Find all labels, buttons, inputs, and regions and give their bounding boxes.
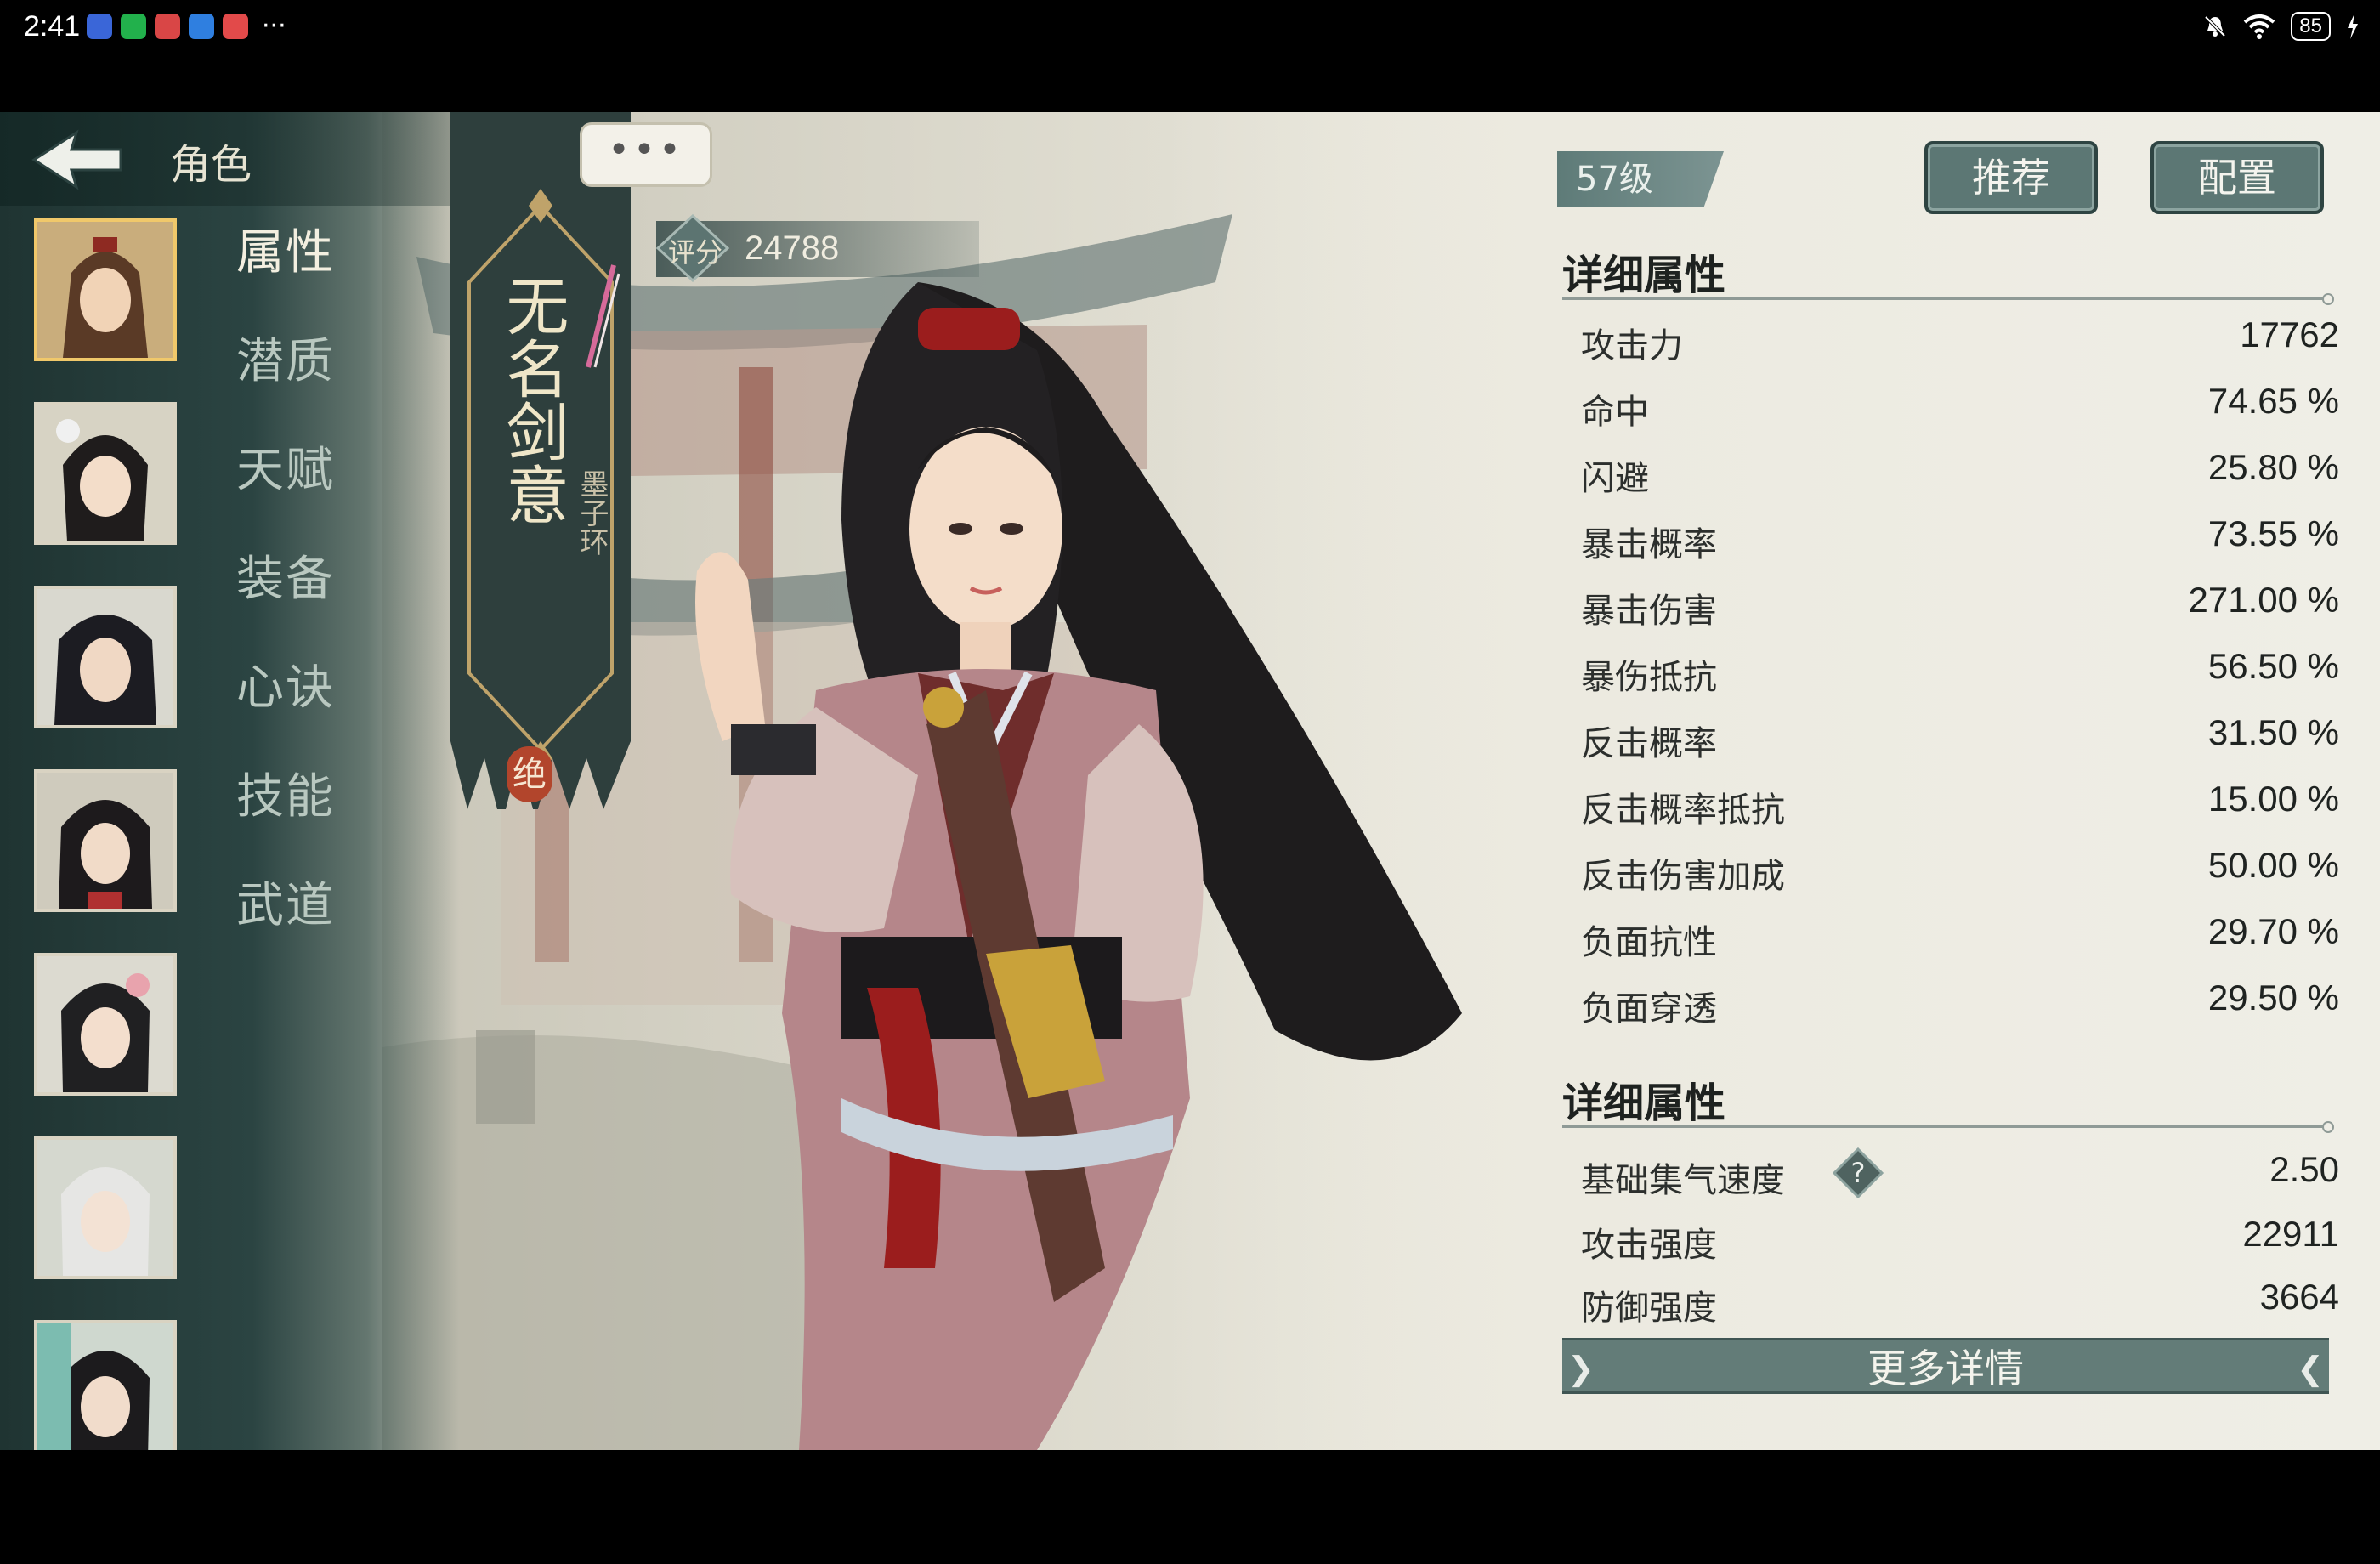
stat-label: 反击概率	[1581, 724, 1717, 763]
stat-value: 31.50 %	[2207, 712, 2339, 752]
stat-value: 29.70 %	[2207, 911, 2339, 951]
stat-row-hit: 命中 74.65 %	[1581, 369, 2339, 435]
stat-label: 防御强度	[1581, 1289, 1717, 1328]
menu-mind-art[interactable]: 心诀	[236, 658, 335, 767]
notification-icons: ···	[87, 14, 286, 39]
stat-label: 反击概率抵抗	[1581, 790, 1785, 830]
stat-row-crit-damage: 暴击伤害 271.00 %	[1581, 568, 2339, 634]
stat-label: 反击伤害加成	[1581, 857, 1785, 896]
stat-value: 15.00 %	[2207, 779, 2339, 819]
stat-value: 2.50	[2270, 1149, 2339, 1189]
stat-value: 74.65 %	[2207, 381, 2339, 421]
stat-row-dodge: 闪避 25.80 %	[1581, 435, 2339, 502]
status-time: 2:41	[24, 10, 81, 42]
app-notification-icon	[223, 14, 248, 39]
score-value: 24788	[745, 230, 840, 267]
chat-bubble-button[interactable]: •••	[580, 122, 712, 187]
page-title: 角色	[170, 141, 252, 189]
menu-potential[interactable]: 潜质	[236, 332, 335, 440]
stat-label: 攻击力	[1581, 326, 1683, 366]
chevron-right-icon: ❮	[2297, 1350, 2324, 1387]
recommend-button[interactable]: 推荐	[1924, 141, 2098, 214]
stat-value: 56.50 %	[2207, 646, 2339, 686]
stat-row-crit-resist: 暴伤抵抗 56.50 %	[1581, 634, 2339, 700]
section-divider	[1562, 293, 2334, 305]
stat-value: 22911	[2242, 1214, 2339, 1254]
wechat-icon	[121, 14, 146, 39]
stat-label: 暴伤抵抗	[1581, 658, 1717, 697]
menu-attributes[interactable]: 属性	[236, 223, 335, 332]
charging-icon	[2348, 14, 2358, 39]
stat-label: 暴击伤害	[1581, 592, 1717, 631]
stat-row-counter-resist: 反击概率抵抗 15.00 %	[1581, 767, 2339, 833]
stat-row-attack: 攻击力 17762	[1581, 303, 2339, 369]
stat-value: 271.00 %	[2188, 580, 2339, 620]
stat-row-defense-strength: 防御强度 3664	[1581, 1265, 2339, 1331]
character-portrait-4[interactable]	[34, 769, 177, 912]
wifi-icon	[2244, 14, 2275, 39]
stat-row-energy-speed: 基础集气速度 ? 2.50	[1581, 1137, 2339, 1204]
character-name: 无名剑意	[496, 274, 569, 525]
character-subtitle: 墨子环	[575, 469, 609, 556]
status-bar: 2:41 ··· 85	[0, 0, 2380, 60]
stat-label: 负面抗性	[1581, 923, 1717, 962]
character-portrait-1[interactable]	[34, 218, 177, 361]
mute-bell-icon	[2204, 15, 2226, 37]
stat-row-counter-damage: 反击伤害加成 50.00 %	[1581, 833, 2339, 899]
section-divider	[1562, 1121, 2334, 1133]
sword-emblem-icon	[586, 264, 620, 368]
character-portrait-5[interactable]	[34, 953, 177, 1096]
character-portrait-3[interactable]	[34, 586, 177, 728]
stat-row-counter-rate: 反击概率 31.50 %	[1581, 700, 2339, 767]
stat-label: 负面穿透	[1581, 989, 1717, 1028]
stats-panel: 57级 推荐 配置 详细属性 攻击力 17762 命中 74.65 % 闪避 2…	[1547, 112, 2380, 1450]
stat-value: 25.80 %	[2207, 447, 2339, 487]
stat-row-crit-rate: 暴击概率 73.55 %	[1581, 502, 2339, 568]
help-icon[interactable]: ?	[1833, 1148, 1884, 1198]
stat-value: 29.50 %	[2207, 978, 2339, 1017]
app-notification-icon	[189, 14, 214, 39]
stat-value: 50.00 %	[2207, 845, 2339, 885]
stat-row-debuff-pierce: 负面穿透 29.50 %	[1581, 966, 2339, 1032]
character-portrait-6[interactable]	[34, 1136, 177, 1279]
chevron-left-icon: ❯	[1567, 1350, 1595, 1387]
more-details-label: 更多详情	[1867, 1346, 2024, 1391]
stat-row-debuff-resist: 负面抗性 29.70 %	[1581, 899, 2339, 966]
menu-skills[interactable]: 技能	[236, 767, 335, 876]
stat-value: 3664	[2259, 1277, 2339, 1317]
stat-label: 闪避	[1581, 459, 1649, 498]
battery-level: 85	[2291, 12, 2331, 41]
level-badge: 57级	[1557, 151, 1724, 207]
score-label: 评分	[668, 236, 723, 269]
stat-value: 73.55 %	[2207, 513, 2339, 553]
svg-text:?: ?	[1851, 1157, 1866, 1189]
stat-label: 命中	[1581, 393, 1649, 432]
menu-talent[interactable]: 天赋	[236, 440, 335, 549]
more-details-button[interactable]: ❯ 更多详情 ❮	[1562, 1338, 2329, 1394]
character-portrait-2[interactable]	[34, 402, 177, 545]
stat-value: 17762	[2240, 314, 2339, 354]
character-portrait-7[interactable]	[34, 1320, 177, 1450]
section-title-detail: 详细属性	[1562, 252, 1726, 299]
stat-row-attack-strength: 攻击强度 22911	[1581, 1202, 2339, 1268]
config-button[interactable]: 配置	[2150, 141, 2324, 214]
back-arrow-icon[interactable]	[26, 124, 128, 196]
attribute-menu: 属性 潜质 天赋 装备 心诀 技能 武道	[236, 223, 335, 984]
app-notification-icon	[87, 14, 112, 39]
rarity-badge: 绝	[507, 746, 552, 802]
section-title-detail-2: 详细属性	[1562, 1080, 1726, 1127]
app-notification-icon	[155, 14, 180, 39]
stat-label: 攻击强度	[1581, 1226, 1717, 1265]
stat-label: 基础集气速度	[1581, 1161, 1785, 1200]
game-screen: 角色 属性 潜质 天赋 装备 心诀 技能 武道 无名剑意 墨子环 绝 ••• 评…	[0, 112, 2380, 1450]
more-notifications-icon: ···	[262, 11, 286, 41]
stat-label: 暴击概率	[1581, 525, 1717, 564]
menu-equipment[interactable]: 装备	[236, 549, 335, 658]
menu-martial-way[interactable]: 武道	[236, 876, 335, 984]
character-roster	[34, 218, 180, 1450]
